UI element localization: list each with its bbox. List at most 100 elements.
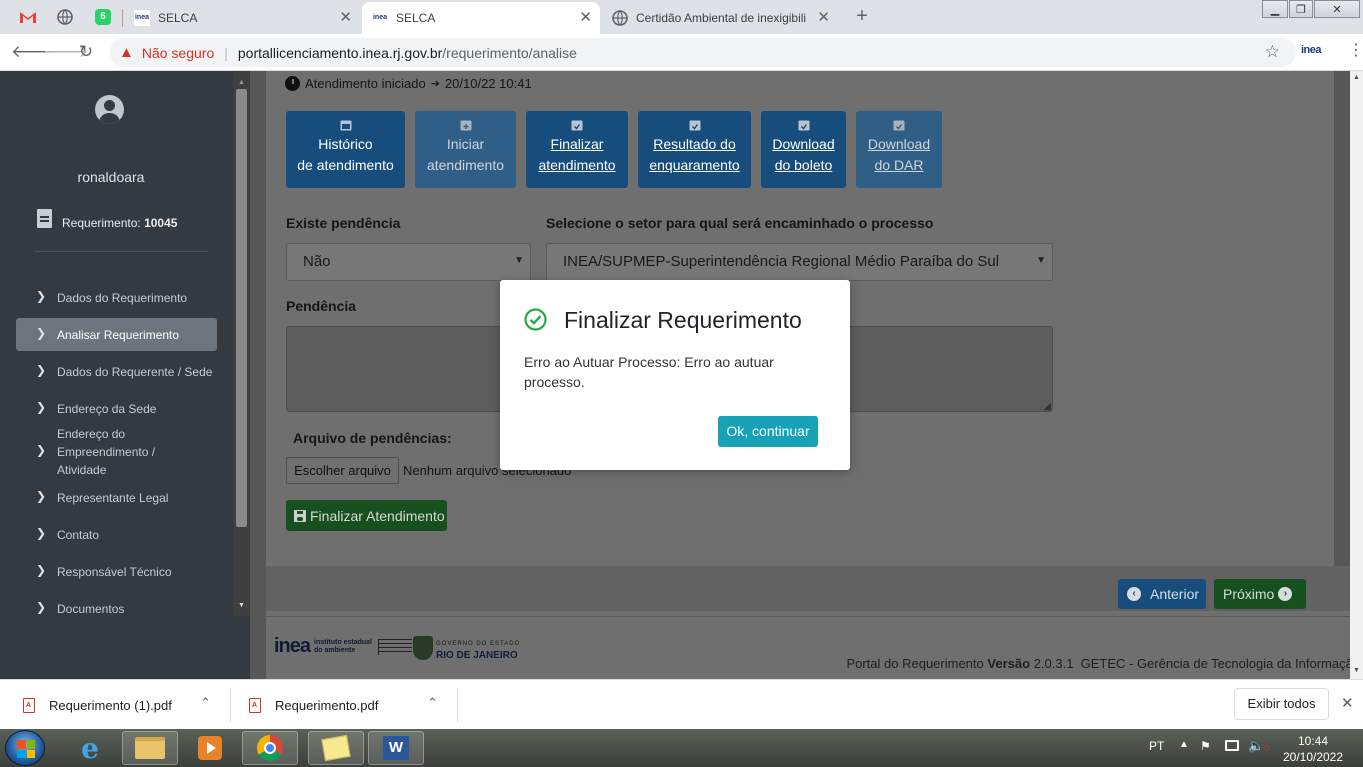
- bookmark-star-icon[interactable]: ☆: [1265, 42, 1280, 62]
- anterior-button[interactable]: ‹ Anterior: [1118, 579, 1206, 609]
- iniciar-atendimento-button[interactable]: Iniciar atendimento: [415, 111, 516, 188]
- network-icon[interactable]: [1225, 740, 1239, 751]
- pendencia-exists-select[interactable]: Não ▼: [286, 243, 531, 281]
- sidebar-item-responsavel-tecnico[interactable]: ❯ Responsável Técnico: [16, 555, 217, 588]
- chevron-up-icon[interactable]: ⌃: [200, 695, 211, 711]
- rj-government-logo: GOVERNO DO ESTADO RIO DE JANEIRO: [413, 636, 521, 661]
- button-line2: atendimento: [426, 157, 505, 173]
- windows-logo-icon: [17, 740, 35, 758]
- clock[interactable]: 10:44 20/10/2022: [1278, 733, 1348, 765]
- whatsapp-pinned-tab[interactable]: 6: [89, 4, 117, 30]
- download-bar: A Requerimento (1).pdf ⌃ A Requerimento.…: [0, 679, 1363, 729]
- sidebar-item-analisar-requerimento[interactable]: ❯ Analisar Requerimento: [16, 318, 217, 351]
- sidebar-item-endereco-sede[interactable]: ❯ Endereço da Sede: [16, 392, 217, 425]
- check-circle-icon: [524, 308, 547, 331]
- historico-atendimento-button[interactable]: Histórico de atendimento: [286, 111, 405, 188]
- finalizar-atendimento-top-button[interactable]: Finalizar atendimento: [526, 111, 628, 188]
- choose-file-button[interactable]: Escolher arquivo: [286, 457, 399, 484]
- calendar-check-icon: [571, 120, 583, 131]
- finalizar-atendimento-button[interactable]: Finalizar Atendimento: [286, 500, 447, 531]
- calendar-icon: [340, 120, 351, 131]
- notes-taskbar-button[interactable]: [308, 731, 364, 765]
- close-tab-icon[interactable]: ✕: [579, 10, 592, 26]
- close-window-button[interactable]: ✕: [1314, 0, 1360, 18]
- resize-handle-icon[interactable]: ◢: [1043, 401, 1051, 412]
- sector-select[interactable]: INEA/SUPMEP-Superintendência Regional Mé…: [546, 243, 1053, 281]
- button-line1: Histórico: [318, 136, 373, 152]
- page-scrollbar[interactable]: ▲ ▼: [1350, 71, 1363, 679]
- tab-selca-1[interactable]: inea SELCA ✕: [124, 2, 360, 34]
- security-label[interactable]: Não seguro: [142, 45, 214, 61]
- download-item[interactable]: A Requerimento.pdf ⌃: [231, 680, 457, 730]
- sidebar-item-representante-legal[interactable]: ❯ Representante Legal: [16, 481, 217, 514]
- new-tab-button[interactable]: +: [850, 5, 874, 29]
- show-all-downloads-button[interactable]: Exibir todos: [1234, 688, 1329, 720]
- language-indicator[interactable]: PT: [1149, 739, 1164, 753]
- download-boleto-button[interactable]: Download do boleto: [761, 111, 846, 188]
- arrow-left-circle-icon: ‹: [1127, 587, 1141, 601]
- restore-button[interactable]: ❐: [1289, 0, 1313, 18]
- sidebar-item-endereco-empreendimento[interactable]: ❯ Endereço do Empreendimento / Atividade: [16, 427, 217, 477]
- windows-taskbar: e W PT ▲ ⚑ 🔈⦸ 10:44 20/10/2022: [0, 729, 1363, 767]
- pdf-file-icon: A: [249, 697, 261, 713]
- folder-icon: [135, 737, 165, 759]
- chevron-right-icon: ❯: [36, 289, 47, 303]
- button-line1: Resultado do: [653, 136, 736, 152]
- button-line2: do DAR: [874, 157, 924, 173]
- status-date: 20/10/22 10:41: [444, 76, 532, 91]
- proximo-button[interactable]: Próximo ›: [1214, 579, 1306, 609]
- gmail-icon: [20, 12, 36, 23]
- media-player-icon: [198, 736, 222, 760]
- internet-explorer-taskbar-button[interactable]: e: [62, 731, 118, 765]
- tab-certidao[interactable]: Certidão Ambiental de inexigibili ✕: [602, 2, 838, 34]
- close-tab-icon[interactable]: ✕: [817, 10, 830, 26]
- gov-logo-line1: GOVERNO DO ESTADO: [436, 641, 521, 647]
- start-button[interactable]: [5, 730, 45, 766]
- pendencia-label: Pendência: [286, 298, 357, 314]
- file-explorer-taskbar-button[interactable]: [122, 731, 178, 765]
- request-number: Requerimento: 10045: [62, 216, 177, 230]
- clock-time: 10:44: [1297, 734, 1329, 748]
- sidebar-item-label: Endereço da Sede: [57, 401, 157, 416]
- sidebar-scrollbar-thumb[interactable]: [236, 89, 247, 527]
- sidebar-scrollbar[interactable]: ▲ ▼: [233, 71, 250, 616]
- sidebar-item-dados-requerente[interactable]: ❯ Dados do Requerente / Sede: [16, 355, 217, 388]
- inea-extension-icon[interactable]: inea: [1301, 44, 1322, 56]
- close-download-bar-icon[interactable]: ✕: [1341, 694, 1354, 712]
- chevron-up-icon[interactable]: ⌃: [427, 695, 438, 711]
- sidebar-item-documentos[interactable]: ❯ Documentos: [16, 592, 217, 625]
- close-tab-icon[interactable]: ✕: [339, 10, 352, 26]
- url-host: portallicenciamento.inea.rj.gov.br: [237, 44, 443, 61]
- button-line2: do boleto: [774, 157, 833, 173]
- inea-favicon-icon: inea: [372, 10, 388, 26]
- button-label: Finalizar Atendimento: [310, 507, 445, 524]
- request-number-value: 10045: [144, 216, 178, 230]
- download-dar-button[interactable]: Download do DAR: [856, 111, 942, 188]
- ok-continuar-button[interactable]: Ok, continuar: [718, 416, 818, 447]
- action-center-flag-icon[interactable]: ⚑: [1200, 739, 1211, 753]
- menu-icon[interactable]: ⋮: [1348, 40, 1363, 60]
- sidebar-item-contato[interactable]: ❯ Contato: [16, 518, 217, 551]
- download-item[interactable]: A Requerimento (1).pdf ⌃: [0, 680, 230, 730]
- tray-expand-icon[interactable]: ▲: [1179, 739, 1189, 750]
- word-taskbar-button[interactable]: W: [368, 731, 424, 765]
- inea-logo-sub1: instituto estadual: [314, 638, 372, 646]
- resultado-enquadramento-button[interactable]: Resultado do enquaramento: [638, 111, 751, 188]
- gmail-pinned-tab[interactable]: [14, 4, 42, 30]
- tab-selca-active[interactable]: inea SELCA ✕: [362, 2, 600, 34]
- sidebar-item-label: Dados do Requerimento: [57, 290, 188, 305]
- globe-pinned-tab[interactable]: [51, 4, 79, 30]
- address-bar[interactable]: ▲ Não seguro | portallicenciamento.inea.…: [110, 38, 1296, 67]
- sector-label: Selecione o setor para qual será encamin…: [546, 215, 934, 231]
- browser-tab-strip: 6 inea SELCA ✕ inea SELCA ✕ Certidão Amb…: [0, 0, 1363, 34]
- back-button[interactable]: 🡐: [11, 42, 57, 64]
- reload-button[interactable]: ↻: [75, 42, 97, 64]
- chrome-taskbar-button[interactable]: [242, 731, 298, 765]
- sidebar-item-dados-requerimento[interactable]: ❯ Dados do Requerimento: [16, 281, 217, 314]
- forward-button[interactable]: 🡒: [43, 42, 89, 64]
- dialog-title: Finalizar Requerimento: [564, 307, 802, 333]
- notification-badge: 6: [95, 9, 111, 25]
- media-player-taskbar-button[interactable]: [182, 731, 238, 765]
- volume-muted-icon[interactable]: 🔈⦸: [1248, 738, 1270, 754]
- minimize-button[interactable]: ▁: [1262, 0, 1288, 18]
